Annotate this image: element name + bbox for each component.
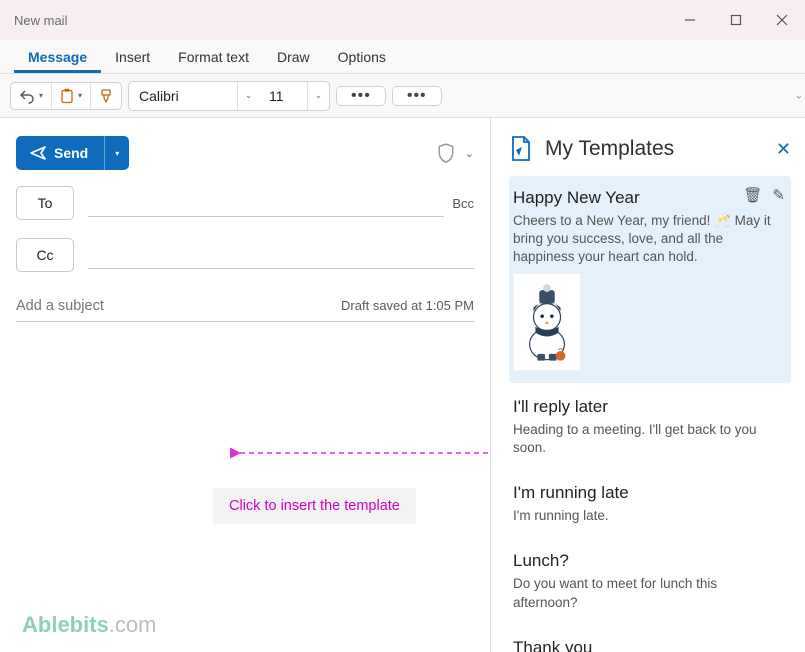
compose-area: Send ▾ ⌄ To Bcc Cc Draft saved at 1:05 P…	[0, 118, 490, 652]
annotation-arrow	[230, 443, 490, 463]
template-item[interactable]: Lunch? Do you want to meet for lunch thi…	[509, 539, 791, 623]
template-preview: Do you want to meet for lunch this after…	[513, 575, 781, 611]
undo-button[interactable]: ▾	[11, 83, 51, 109]
template-title: I'm running late	[513, 483, 781, 503]
brand-logo: Ablebits.com	[22, 612, 156, 638]
tab-format-text[interactable]: Format text	[164, 43, 263, 73]
tab-message[interactable]: Message	[14, 43, 101, 73]
edit-icon[interactable]: ✎	[772, 186, 785, 204]
to-button[interactable]: To	[16, 186, 74, 220]
template-item[interactable]: I'm running late I'm running late.	[509, 471, 791, 537]
font-size: 11	[259, 88, 307, 104]
template-item[interactable]: I'll reply later Heading to a meeting. I…	[509, 385, 791, 469]
tab-options[interactable]: Options	[324, 43, 400, 73]
format-painter-button[interactable]	[90, 83, 121, 109]
shield-icon[interactable]	[437, 143, 455, 163]
template-title: Happy New Year	[513, 188, 781, 208]
ribbon-tabs: Message Insert Format text Draw Options	[0, 40, 805, 74]
minimize-button[interactable]	[667, 0, 713, 40]
ribbon-collapse-icon[interactable]: ⌄	[795, 90, 803, 101]
more-formatting[interactable]: •••	[336, 86, 386, 106]
chevron-down-icon: ▾	[78, 91, 82, 100]
font-name: Calibri	[129, 88, 237, 104]
annotation-label: Click to insert the template	[213, 488, 416, 524]
send-icon	[30, 146, 46, 160]
template-preview: Cheers to a New Year, my friend! 🥂 May i…	[513, 212, 781, 267]
more-options[interactable]: •••	[392, 86, 442, 106]
panel-close-button[interactable]: ✕	[776, 139, 791, 160]
subject-input[interactable]	[16, 298, 341, 314]
panel-title: My Templates	[545, 137, 674, 161]
to-input[interactable]	[88, 189, 444, 217]
font-selector[interactable]: Calibri ⌄ 11 ⌄	[128, 81, 330, 111]
templates-icon	[509, 136, 531, 162]
tab-draw[interactable]: Draw	[263, 43, 324, 73]
template-preview: Heading to a meeting. I'll get back to y…	[513, 421, 781, 457]
cc-button[interactable]: Cc	[16, 238, 74, 272]
template-item[interactable]: Thank you Thank you for your interest in…	[509, 626, 791, 652]
close-button[interactable]	[759, 0, 805, 40]
send-dropdown[interactable]: ▾	[104, 136, 129, 170]
chevron-down-icon[interactable]: ⌄	[465, 147, 474, 160]
template-thumbnail	[513, 273, 581, 371]
template-title: I'll reply later	[513, 397, 781, 417]
maximize-button[interactable]	[713, 0, 759, 40]
bcc-button[interactable]: Bcc	[452, 196, 474, 211]
tab-insert[interactable]: Insert	[101, 43, 164, 73]
template-preview: I'm running late.	[513, 507, 781, 525]
clipboard-button[interactable]: ▾	[51, 83, 90, 109]
window-title: New mail	[14, 13, 67, 28]
send-label: Send	[54, 145, 88, 161]
window-titlebar: New mail	[0, 0, 805, 40]
draft-status: Draft saved at 1:05 PM	[341, 298, 474, 313]
templates-panel: My Templates ✕ 🗑 ✎ Happy New Year Cheers…	[490, 118, 805, 652]
delete-icon[interactable]: 🗑	[743, 186, 762, 204]
template-title: Lunch?	[513, 551, 781, 571]
chevron-down-icon: ⌄	[307, 82, 329, 110]
template-title: Thank you	[513, 638, 781, 652]
undo-group: ▾ ▾	[10, 82, 122, 110]
chevron-down-icon: ⌄	[237, 82, 259, 110]
send-button[interactable]: Send ▾	[16, 136, 129, 170]
cc-input[interactable]	[88, 241, 474, 269]
toolbar: ▾ ▾ Calibri ⌄ 11 ⌄ ••• ••• ⌄	[0, 74, 805, 118]
chevron-down-icon: ▾	[39, 91, 43, 100]
template-item[interactable]: 🗑 ✎ Happy New Year Cheers to a New Year,…	[509, 176, 791, 383]
